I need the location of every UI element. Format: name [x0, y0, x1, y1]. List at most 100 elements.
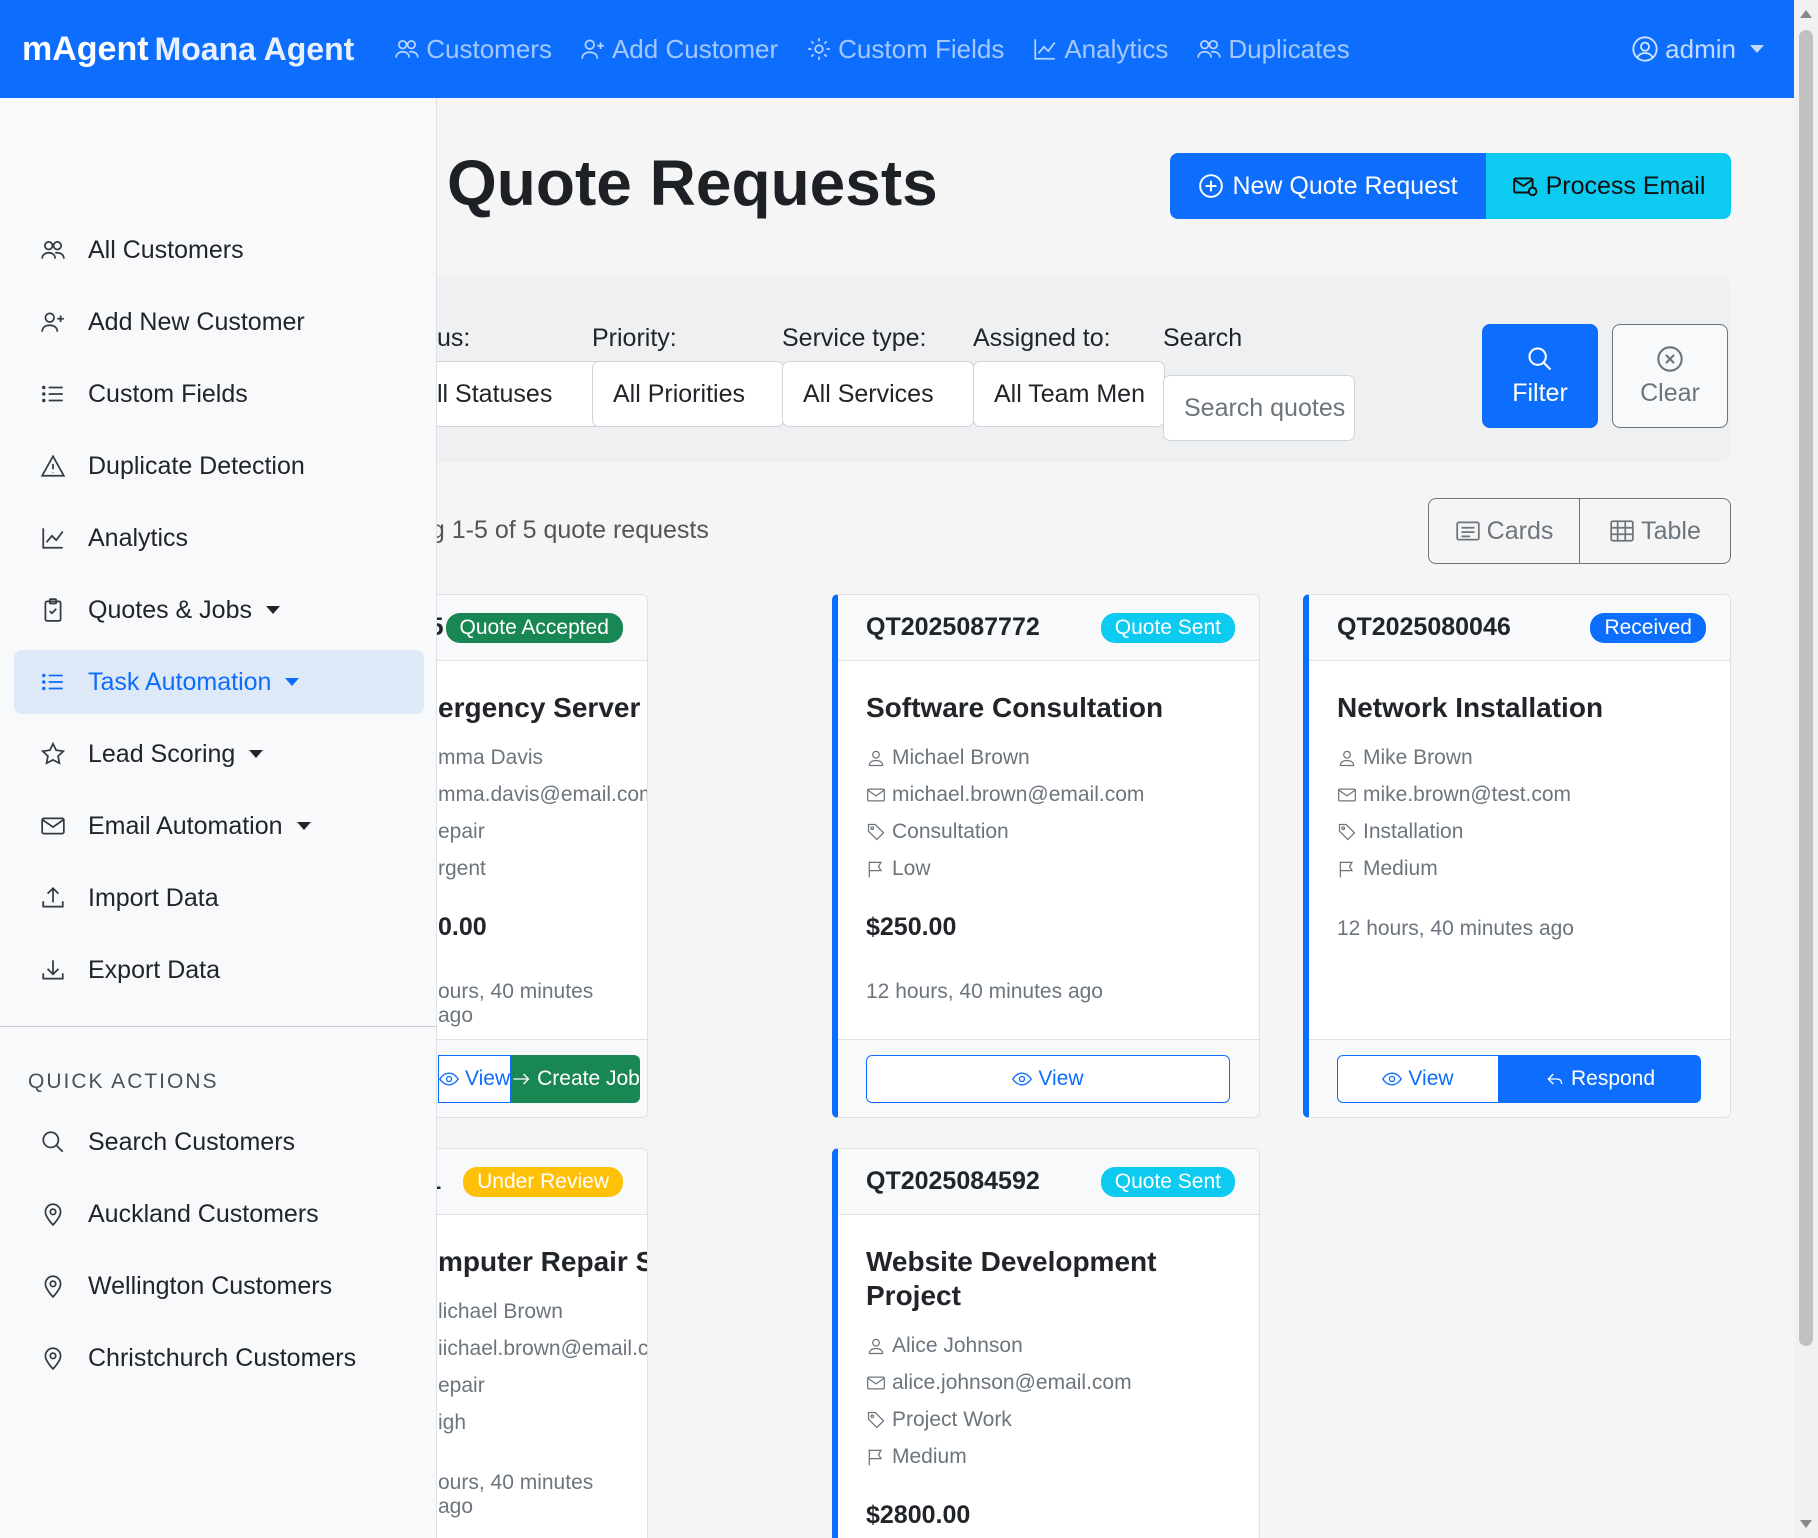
nav-customers[interactable]: Customers [394, 34, 552, 65]
search-quotes-input[interactable] [1163, 375, 1355, 441]
view-button[interactable]: View [866, 1054, 1230, 1103]
cards-view-label: Cards [1486, 516, 1554, 545]
service-type: epair [438, 1373, 485, 1397]
person-plus-icon [581, 39, 604, 59]
view-button[interactable]: View [438, 1054, 512, 1103]
quote-title: mputer Repair Service [438, 1246, 647, 1277]
sidebar-item-label: Quotes & Jobs [88, 595, 252, 624]
page-title: Quote Requests [447, 147, 938, 219]
sidebar-item-lead-scoring[interactable]: Lead Scoring [14, 722, 424, 786]
nav-customers-label: Customers [426, 33, 552, 64]
nav-analytics-label: Analytics [1064, 33, 1169, 64]
clear-button[interactable]: Clear [1612, 324, 1728, 428]
scroll-down-icon[interactable] [1800, 1520, 1812, 1528]
quote-amount: 0.00 [438, 913, 487, 941]
table-icon [1610, 520, 1634, 542]
status-filter-select[interactable]: ll Statuses [437, 361, 607, 427]
sidebar-item-label: Duplicate Detection [88, 451, 305, 480]
map-pin-icon [44, 1347, 62, 1371]
nav-duplicates-label: Duplicates [1228, 33, 1350, 64]
filter-button[interactable]: Filter [1482, 324, 1598, 428]
view-button-label: View [1038, 1066, 1084, 1090]
chart-line-icon [1034, 39, 1056, 60]
sidebar-item-custom-fields[interactable]: Custom Fields [14, 362, 424, 426]
results-count: ng 1-5 of 5 quote requests [437, 516, 709, 544]
sidebar-item-analytics[interactable]: Analytics [14, 506, 424, 570]
nav-analytics[interactable]: Analytics [1032, 34, 1168, 65]
status-badge: Quote Sent [1100, 612, 1235, 643]
sidebar-item-add-new-customer[interactable]: Add New Customer [14, 290, 424, 354]
quick-action-label: Wellington Customers [88, 1271, 333, 1300]
sidebar-item-label: Lead Scoring [88, 739, 236, 768]
quick-action-search-customers[interactable]: Search Customers [14, 1110, 424, 1174]
quick-action-auckland-customers[interactable]: Auckland Customers [14, 1182, 424, 1246]
brand-name: mAgent [22, 29, 149, 68]
service-type-filter-label: Service type: [782, 324, 927, 352]
assigned-to-filter-label: Assigned to: [973, 324, 1111, 352]
quick-action-label: Christchurch Customers [88, 1343, 357, 1372]
nav-duplicates[interactable]: Duplicates [1196, 33, 1350, 65]
respond-label: Respond [1570, 1066, 1656, 1090]
sidebar-item-import-data[interactable]: Import Data [14, 866, 424, 930]
sidebar-item-export-data[interactable]: Export Data [14, 938, 424, 1002]
sidebar-item-label: Add New Customer [88, 307, 305, 336]
sidebar-item-email-automation[interactable]: Email Automation [14, 794, 424, 858]
priority-filter-label: Priority: [592, 324, 677, 352]
new-quote-request-button[interactable]: New Quote Request [1170, 153, 1486, 219]
scroll-up-icon[interactable] [1800, 10, 1812, 18]
priority: Low [892, 856, 931, 880]
upload-icon [42, 887, 64, 908]
quote-amount: $250.00 [866, 913, 957, 941]
nav-add-customer[interactable]: Add Customer [580, 34, 778, 65]
view-button[interactable]: View [1337, 1054, 1499, 1103]
table-view-label: Table [1641, 516, 1701, 545]
vertical-scrollbar[interactable] [1794, 0, 1818, 1538]
map-pin-icon [44, 1203, 62, 1227]
flag-icon [1339, 861, 1354, 877]
quick-action-label: Search Customers [88, 1127, 296, 1156]
tag-icon [867, 1411, 885, 1428]
quote-id: 2025089511 [437, 1167, 441, 1196]
envelope-icon [41, 817, 65, 835]
quote-title: Website Development Project [866, 1246, 1157, 1311]
quote-amount: $2800.00 [866, 1501, 971, 1529]
assigned-to-filter-select[interactable]: All Team Men [973, 361, 1165, 427]
eye-icon [1382, 1071, 1403, 1086]
table-view-button[interactable]: Table [1579, 499, 1730, 563]
user-menu[interactable]: admin [1631, 0, 1764, 98]
nav-custom-fields[interactable]: Custom Fields [806, 34, 1004, 65]
brand[interactable]: mAgent Moana Agent [22, 30, 354, 69]
chevron-down-icon [265, 606, 280, 614]
search-filter-label: Search [1163, 324, 1243, 352]
respond-button[interactable]: Respond [1499, 1054, 1701, 1103]
quick-action-christchurch-customers[interactable]: Christchurch Customers [14, 1326, 424, 1390]
scrollbar-thumb[interactable] [1799, 30, 1813, 1346]
sidebar-item-task-automation[interactable]: Task Automation [14, 650, 424, 714]
quote-title: ergency Server Recovery [438, 692, 647, 723]
service-type-filter-select[interactable]: All Services [782, 361, 974, 427]
chevron-down-icon [1750, 45, 1764, 53]
person-circle-icon [1632, 36, 1658, 62]
envelope-icon [1338, 788, 1356, 801]
main-content: Quote Requests New Quote Request Process… [437, 98, 1794, 1538]
new-quote-request-label: New Quote Request [1232, 171, 1458, 200]
priority-filter-select[interactable]: All Priorities [592, 361, 784, 427]
chevron-down-icon [285, 678, 300, 686]
sidebar-item-quotes-jobs[interactable]: Quotes & Jobs [14, 578, 424, 642]
eye-icon [439, 1071, 459, 1086]
star-icon [40, 741, 66, 765]
cards-view-button[interactable]: Cards [1429, 499, 1579, 563]
sidebar-item-all-customers[interactable]: All Customers [14, 218, 424, 282]
priority: Medium [892, 1444, 967, 1468]
quote-card: QT2025080046 Received Network Installati… [1303, 594, 1731, 1118]
quick-action-label: Auckland Customers [88, 1199, 319, 1228]
create-job-button[interactable]: Create Job [511, 1054, 640, 1103]
chevron-down-icon [296, 822, 311, 830]
customer-name: Michael Brown [892, 745, 1030, 769]
quote-id: QT2025080046 [1337, 613, 1511, 641]
quick-action-wellington-customers[interactable]: Wellington Customers [14, 1254, 424, 1318]
person-plus-icon [41, 312, 64, 332]
sidebar-item-duplicate-detection[interactable]: Duplicate Detection [14, 434, 424, 498]
process-email-button[interactable]: Process Email [1486, 153, 1731, 219]
sidebar-item-label: Import Data [88, 883, 219, 912]
